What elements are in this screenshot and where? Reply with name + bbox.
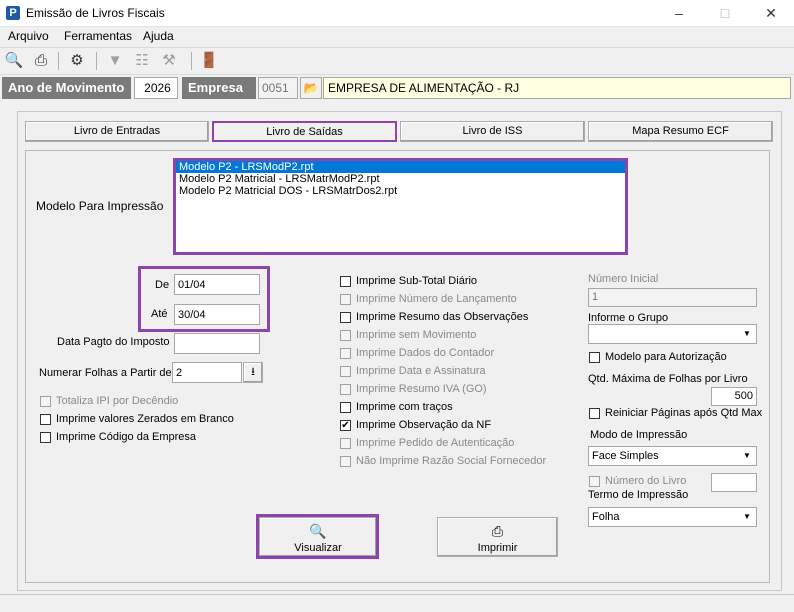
modelo-listbox[interactable]: Modelo P2 - LRSModP2.rpt Modelo P2 Matri… (175, 160, 626, 253)
codigo-empresa-checkbox[interactable] (40, 432, 51, 443)
totaliza-ipi-label: Totaliza IPI por Decêndio (56, 395, 179, 407)
exit-icon[interactable]: 🚪 (198, 50, 220, 72)
subtotal-diario-checkbox[interactable] (340, 276, 351, 287)
dados-contador-label: Imprime Dados do Contador (356, 347, 495, 359)
resumo-observacoes-checkbox[interactable] (340, 312, 351, 323)
settings-icon[interactable]: ⚙ (66, 50, 88, 72)
sem-movimento-checkbox[interactable] (340, 330, 351, 341)
menu-ferramentas[interactable]: Ferramentas (64, 29, 132, 43)
toolbar-separator (96, 52, 97, 70)
numero-lancamento-label: Imprime Número de Lançamento (356, 293, 517, 305)
numero-livro-checkbox[interactable] (589, 476, 600, 487)
empresa-name-field: EMPRESA DE ALIMENTAÇÃO - RJ (323, 77, 791, 99)
grupo-label: Informe o Grupo (588, 312, 669, 324)
ano-label: Ano de Movimento (2, 77, 131, 99)
visualizar-button[interactable]: 🔍 Visualizar (259, 517, 377, 557)
termo-value: Folha (592, 511, 620, 523)
modo-select[interactable]: Face Simples ▼ (588, 446, 757, 466)
print-preview-icon[interactable]: 🔍 (3, 50, 25, 72)
pedido-autenticacao-checkbox[interactable] (340, 438, 351, 449)
zerados-branco-checkbox[interactable] (40, 414, 51, 425)
maximize-button[interactable]: □ (702, 0, 748, 27)
pedido-autenticacao-label: Imprime Pedido de Autenticação (356, 437, 515, 449)
reiniciar-checkbox[interactable] (589, 408, 600, 419)
imprimir-button[interactable]: ⎙ Imprimir (437, 517, 558, 557)
reiniciar-label: Reiniciar Páginas após Qtd Max (605, 407, 763, 419)
modo-label: Modo de Impressão (590, 429, 688, 441)
toolbar-separator (191, 52, 192, 70)
codigo-empresa-label: Imprime Código da Empresa (56, 431, 197, 443)
numero-inicial-label: Número Inicial (588, 273, 659, 285)
termo-select[interactable]: Folha ▼ (588, 507, 757, 527)
empresa-label: Empresa (182, 77, 256, 99)
qtd-max-label: Qtd. Máxima de Folhas por Livro (588, 373, 748, 385)
tab-livro-iss[interactable]: Livro de ISS (400, 121, 585, 142)
folder-open-icon[interactable]: 📂 (300, 77, 322, 99)
data-assinatura-label: Imprime Data e Assinatura (356, 365, 486, 377)
zerados-branco-label: Imprime valores Zerados em Branco (56, 413, 234, 425)
app-icon: P (6, 6, 20, 20)
sem-movimento-label: Imprime sem Movimento (356, 329, 477, 341)
empresa-code-field[interactable]: 0051 (258, 77, 298, 99)
subtotal-diario-label: Imprime Sub-Total Diário (356, 275, 478, 287)
stamp-icon: ▼ (107, 52, 123, 69)
grupo-select[interactable]: ▼ (588, 324, 757, 344)
list-item[interactable]: Modelo P2 Matricial - LRSMatrModP2.rpt (176, 173, 625, 185)
qtd-max-field[interactable]: 500 (711, 387, 757, 406)
modelo-autorizacao-checkbox[interactable] (589, 352, 600, 363)
numero-livro-field[interactable] (711, 473, 757, 492)
menu-arquivo[interactable]: Arquivo (8, 29, 49, 43)
ano-field[interactable]: 2026 (134, 77, 178, 99)
toolbar-separator (58, 52, 59, 70)
list-item[interactable]: Modelo P2 Matricial DOS - LRSMatrDos2.rp… (176, 185, 625, 197)
tab-mapa-resumo-ecf[interactable]: Mapa Resumo ECF (588, 121, 773, 142)
numero-livro-label: Número do Livro (605, 475, 687, 487)
preview-icon: 🔍 (309, 523, 327, 539)
resumo-iva-label: Imprime Resumo IVA (GO) (356, 383, 487, 395)
ate-label: Até (151, 308, 168, 320)
razao-social-label: Não Imprime Razão Social Fornecedor (356, 455, 547, 467)
menu-ajuda[interactable]: Ajuda (143, 29, 174, 43)
numerar-label: Numerar Folhas a Partir de (39, 367, 172, 379)
de-field[interactable]: 01/04 (174, 274, 260, 295)
ate-field[interactable]: 30/04 (174, 304, 260, 325)
document-icon: ☷ (135, 52, 149, 69)
close-button[interactable]: ✕ (748, 0, 794, 27)
numero-lancamento-checkbox[interactable] (340, 294, 351, 305)
chevron-down-icon: ▼ (743, 329, 751, 338)
resumo-observacoes-label: Imprime Resumo das Observações (356, 311, 529, 323)
modo-value: Face Simples (592, 450, 659, 462)
tab-livro-saidas[interactable]: Livro de Saídas (212, 121, 397, 142)
termo-label: Termo de Impressão (588, 489, 689, 501)
de-label: De (155, 279, 170, 291)
observacao-nf-label: Imprime Observação da NF (356, 419, 492, 431)
printer-icon: ⎙ (491, 523, 504, 539)
numerar-down-button[interactable]: ⭳ (243, 362, 263, 383)
totaliza-ipi-checkbox[interactable] (40, 396, 51, 407)
window-title: Emissão de Livros Fiscais (26, 6, 165, 20)
numero-inicial-field[interactable]: 1 (588, 288, 757, 307)
chevron-down-icon: ▼ (743, 451, 751, 460)
printer-icon[interactable]: ⎙ (30, 50, 52, 72)
visualizar-label: Visualizar (294, 542, 342, 554)
status-bar (0, 594, 794, 612)
modelo-autorizacao-label: Modelo para Autorização (605, 351, 727, 363)
com-tracos-label: Imprime com traços (356, 401, 453, 413)
modelo-label: Modelo Para Impressão (36, 199, 164, 213)
numerar-field[interactable]: 2 (172, 362, 242, 383)
observacao-nf-checkbox[interactable]: ✔ (340, 420, 351, 431)
dados-contador-checkbox[interactable] (340, 348, 351, 359)
tools-icon: ⚒ (162, 52, 176, 69)
tab-livro-entradas[interactable]: Livro de Entradas (25, 121, 209, 142)
imprimir-label: Imprimir (477, 542, 518, 554)
chevron-down-icon: ▼ (743, 512, 751, 521)
resumo-iva-checkbox[interactable] (340, 384, 351, 395)
data-pagto-label: Data Pagto do Imposto (57, 336, 170, 348)
minimize-button[interactable]: – (656, 0, 702, 27)
data-assinatura-checkbox[interactable] (340, 366, 351, 377)
data-pagto-field[interactable] (174, 333, 260, 354)
razao-social-checkbox[interactable] (340, 456, 351, 467)
list-item[interactable]: Modelo P2 - LRSModP2.rpt (176, 161, 625, 173)
com-tracos-checkbox[interactable] (340, 402, 351, 413)
